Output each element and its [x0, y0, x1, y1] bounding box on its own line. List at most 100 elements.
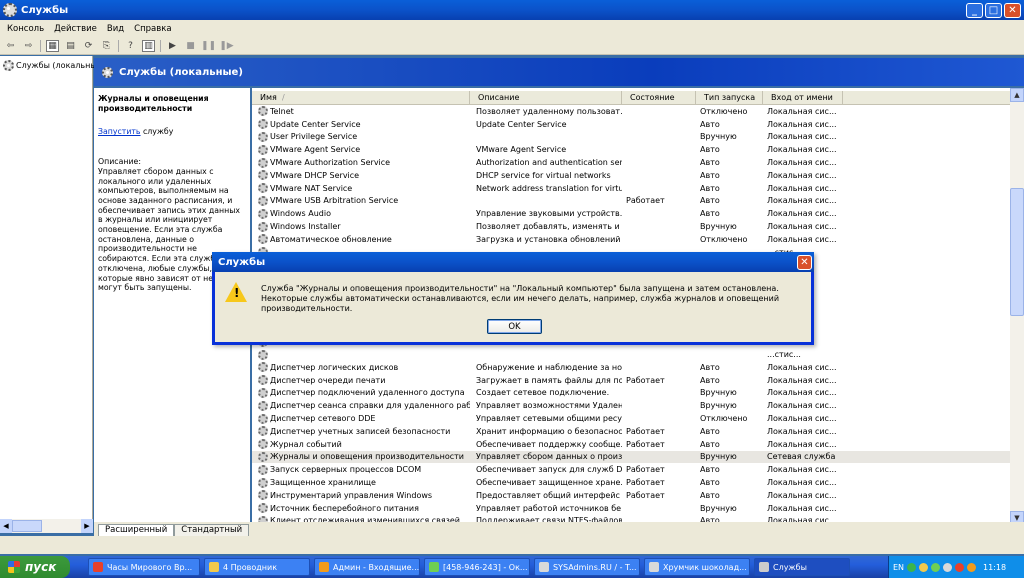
- stop-service-icon[interactable]: ■: [184, 40, 197, 52]
- taskbar-item[interactable]: 4 Проводник: [204, 558, 310, 576]
- taskbar-item[interactable]: Админ - Входящие...: [314, 558, 420, 576]
- table-row[interactable]: VMware NAT Service Network address transl…: [252, 182, 1012, 195]
- menu-console[interactable]: Консоль: [2, 24, 49, 34]
- properties-icon[interactable]: ▤: [64, 40, 77, 52]
- scroll-up-icon[interactable]: ▲: [1010, 88, 1024, 102]
- tab-extended[interactable]: Расширенный: [98, 524, 175, 536]
- table-row[interactable]: Update Center Service Update Center Servi…: [252, 118, 1012, 131]
- taskbar-item[interactable]: [458-946-243] - Ок...: [424, 558, 530, 576]
- scroll-thumb[interactable]: [12, 520, 42, 532]
- tray-icon[interactable]: [955, 562, 965, 572]
- refresh-icon[interactable]: ⟳: [82, 40, 95, 52]
- service-icon: [258, 183, 268, 194]
- tree-item-services[interactable]: Службы (локальные: [3, 60, 102, 71]
- dialog-titlebar[interactable]: Службы ✕: [212, 252, 814, 272]
- taskbar-item[interactable]: Хрумчик шоколад...: [644, 558, 750, 576]
- tray-icon[interactable]: [967, 562, 977, 572]
- service-description-cell: Управляет возможностями Удален...: [476, 401, 622, 411]
- service-icon: [258, 503, 268, 514]
- console-tree-icon[interactable]: ▦: [46, 39, 59, 52]
- toolbar-separator: [118, 39, 119, 52]
- help-icon[interactable]: ?: [124, 40, 137, 52]
- table-header: Имя / Описание Состояние Тип запуска Вхо…: [252, 91, 1012, 105]
- service-startup-cell: Вручную: [700, 222, 737, 232]
- table-row[interactable]: Telnet Позволяет удаленному пользоват... О…: [252, 105, 1012, 118]
- forward-icon[interactable]: ⇨: [22, 40, 35, 52]
- service-startup-cell: Авто: [700, 209, 720, 219]
- tab-standard[interactable]: Стандартный: [174, 524, 250, 536]
- maximize-button[interactable]: □: [985, 2, 1002, 18]
- column-header-description[interactable]: Описание: [470, 91, 622, 104]
- menu-help[interactable]: Справка: [129, 24, 176, 34]
- service-logon-cell: Локальная сис...: [767, 234, 837, 244]
- table-row[interactable]: Инструментарий управления Windows Предост…: [252, 489, 1012, 502]
- table-row[interactable]: Диспетчер подключений удаленного доступа…: [252, 387, 1012, 400]
- dialog-close-button[interactable]: ✕: [797, 255, 812, 270]
- service-name-cell: Update Center Service: [252, 119, 470, 130]
- tray-icon[interactable]: [943, 562, 953, 572]
- language-indicator[interactable]: EN: [893, 563, 904, 572]
- table-row[interactable]: Автоматическое обновление Загрузка и уста…: [252, 233, 1012, 246]
- taskbar-item[interactable]: SYSAdmins.RU / - T...: [534, 558, 640, 576]
- taskbar-item[interactable]: Службы: [754, 558, 850, 576]
- service-icon: [258, 490, 268, 501]
- back-icon[interactable]: ⇦: [4, 40, 17, 52]
- table-row[interactable]: Диспетчер сетевого DDE Управляет сетевыми…: [252, 412, 1012, 425]
- clock[interactable]: 11:18: [983, 563, 1006, 572]
- service-logon-cell: Локальная сис...: [767, 183, 837, 193]
- start-button[interactable]: пуск: [0, 556, 70, 578]
- table-row[interactable]: Диспетчер очереди печати Загружает в памя…: [252, 374, 1012, 387]
- table-row[interactable]: Windows Installer Позволяет добавлять, из…: [252, 220, 1012, 233]
- table-row[interactable]: Защищенное хранилище Обеспечивает защищен…: [252, 476, 1012, 489]
- service-logon-cell: Локальная сис...: [767, 132, 837, 142]
- scroll-thumb[interactable]: [1010, 188, 1024, 316]
- view-icon[interactable]: ▥: [142, 39, 155, 52]
- restart-service-icon[interactable]: ❚▶: [219, 40, 233, 52]
- menu-view[interactable]: Вид: [102, 24, 129, 34]
- window-title: Службы: [21, 4, 69, 16]
- column-header-startup-type[interactable]: Тип запуска: [696, 91, 763, 104]
- pause-service-icon[interactable]: ❚❚: [201, 40, 216, 52]
- column-header-logon-as[interactable]: Вход от имени: [763, 91, 843, 104]
- tray-icon[interactable]: [931, 562, 941, 572]
- table-row[interactable]: Диспетчер учетных записей безопасности Хр…: [252, 425, 1012, 438]
- export-icon[interactable]: ⎘: [100, 40, 113, 52]
- table-row[interactable]: ...стис...: [252, 348, 1012, 361]
- table-row[interactable]: Диспетчер логических дисков Обнаружение и…: [252, 361, 1012, 374]
- service-name-cell: User Privilege Service: [252, 131, 470, 142]
- app-icon: [759, 562, 769, 572]
- table-row[interactable]: VMware DHCP Service DHCP service for virt…: [252, 169, 1012, 182]
- taskbar-item[interactable]: Часы Мирового Вр...: [88, 558, 200, 576]
- scroll-right-icon[interactable]: ▶: [81, 519, 93, 533]
- table-row[interactable]: Журналы и оповещения производительности У…: [252, 450, 1012, 464]
- table-row[interactable]: VMware USB Arbitration Service Работает Ав…: [252, 195, 1012, 208]
- tray-icon[interactable]: [907, 562, 917, 572]
- system-tray: EN 11:18: [888, 556, 1024, 578]
- service-name-cell: Инструментарий управления Windows: [252, 490, 470, 501]
- service-logon-cell: Локальная сис...: [767, 209, 837, 219]
- start-service-icon[interactable]: ▶: [166, 40, 179, 52]
- column-header-status[interactable]: Состояние: [622, 91, 696, 104]
- menu-action[interactable]: Действие: [49, 24, 102, 34]
- table-row[interactable]: Источник бесперебойного питания Управляет…: [252, 502, 1012, 515]
- tray-icon[interactable]: [919, 562, 929, 572]
- close-button[interactable]: ✕: [1004, 2, 1021, 18]
- window-titlebar[interactable]: Службы _ □ ✕: [0, 0, 1024, 20]
- table-row[interactable]: Журнал событий Обеспечивает поддержку соо…: [252, 438, 1012, 451]
- service-icon: [258, 375, 268, 386]
- column-header-name[interactable]: Имя /: [252, 91, 470, 104]
- table-row[interactable]: VMware Agent Service VMware Agent Service…: [252, 143, 1012, 156]
- table-row[interactable]: Диспетчер сеанса справки для удаленного …: [252, 399, 1012, 412]
- ok-button[interactable]: OK: [487, 319, 542, 334]
- list-vertical-scrollbar[interactable]: ▲ ▼: [1010, 88, 1024, 525]
- service-description-cell: Authorization and authentication ser...: [476, 158, 622, 168]
- toolbar-separator: [40, 39, 41, 52]
- table-row[interactable]: Windows Audio Управление звуковыми устрой…: [252, 207, 1012, 220]
- tree-horizontal-scrollbar[interactable]: ◀ ▶: [0, 519, 93, 533]
- start-service-link[interactable]: Запустить: [98, 127, 141, 136]
- minimize-button[interactable]: _: [966, 2, 983, 18]
- table-row[interactable]: VMware Authorization Service Authorizatio…: [252, 156, 1012, 169]
- table-row[interactable]: Запуск серверных процессов DCOM Обеспечив…: [252, 463, 1012, 476]
- scroll-left-icon[interactable]: ◀: [0, 519, 12, 533]
- table-row[interactable]: User Privilege Service Вручную Локальная с…: [252, 131, 1012, 144]
